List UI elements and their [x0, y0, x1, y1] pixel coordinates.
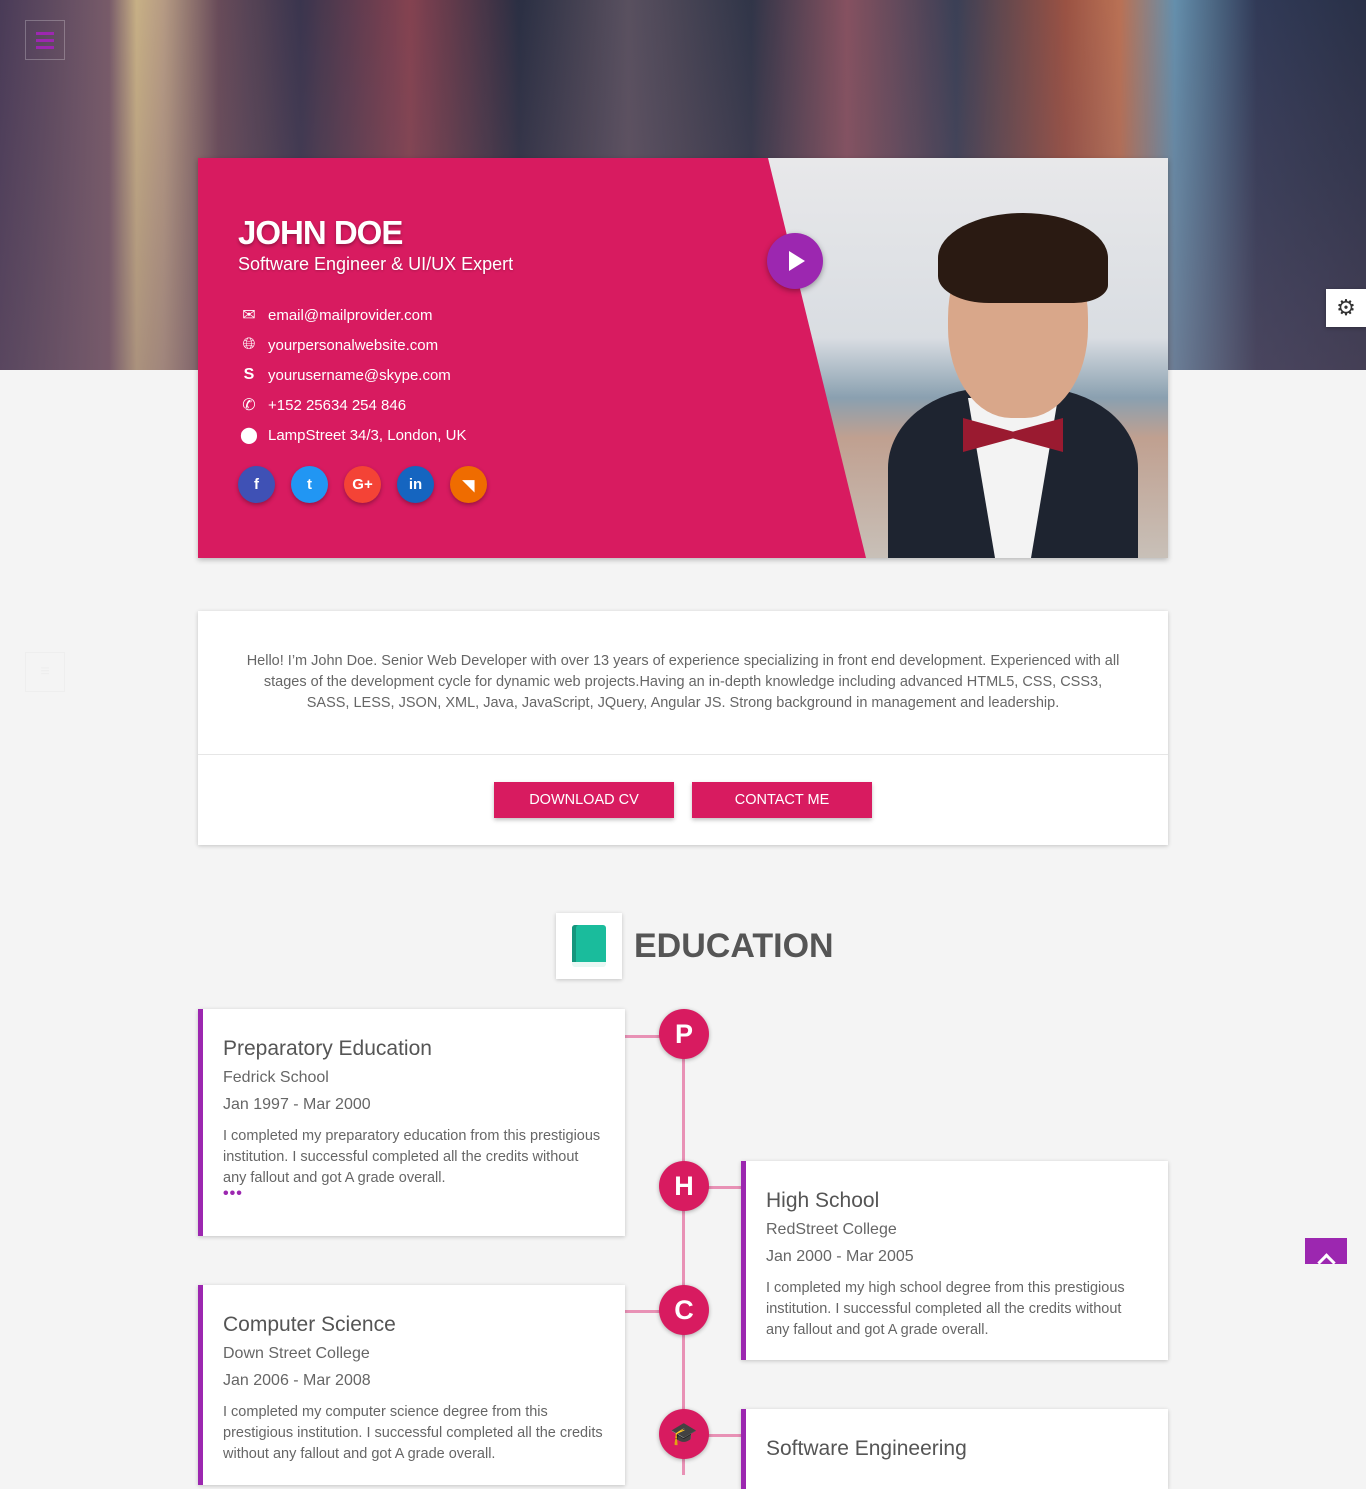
education-heading: EDUCATION	[556, 913, 834, 979]
phone-icon: ✆	[242, 397, 256, 414]
item-institution: Fedrick School	[223, 1069, 329, 1086]
linkedin-icon[interactable]: in	[397, 466, 434, 503]
profile-role: Software Engineer & UI/UX Expert	[238, 254, 514, 274]
profile-card: JOHN DOE Software Engineer & UI/UX Exper…	[198, 158, 1168, 558]
section-title: EDUCATION	[634, 926, 834, 965]
hamburger-icon-bar	[36, 38, 54, 42]
hair	[938, 213, 1108, 303]
timeline-badge: H	[659, 1161, 709, 1211]
contact-text: LampStreet 34/3, London, UK	[268, 426, 467, 444]
item-dates: Jan 1997 - Mar 2000	[223, 1096, 371, 1113]
skype-icon: S	[243, 366, 255, 383]
rss-icon[interactable]: ◥	[450, 466, 487, 503]
timeline-item: Preparatory Education Fedrick School Jan…	[198, 1009, 625, 1236]
download-cv-button[interactable]: DOWNLOAD CV	[494, 782, 674, 818]
contact-email[interactable]: ✉ email@mailprovider.com	[238, 300, 466, 330]
more-dots-icon[interactable]: •••	[223, 1186, 605, 1202]
contact-text: yourpersonalwebsite.com	[268, 336, 439, 354]
timeline-item: Software Engineering	[741, 1409, 1168, 1489]
item-dates: Jan 2006 - Mar 2008	[223, 1372, 371, 1389]
item-institution: Down Street College	[223, 1345, 370, 1362]
location-icon: ⬤	[240, 427, 258, 444]
settings-gear-icon[interactable]: ⚙	[1326, 289, 1366, 327]
social-links: f t G+ in ◥	[238, 466, 487, 503]
profile-name: JOHN DOE	[238, 214, 403, 251]
item-title: High School	[766, 1189, 880, 1212]
about-card: Hello! I’m John Doe. Senior Web Develope…	[198, 611, 1168, 845]
person-illustration	[888, 213, 1138, 558]
contact-phone[interactable]: ✆ +152 25634 254 846	[238, 390, 466, 420]
play-video-button[interactable]	[767, 233, 823, 289]
item-text: I completed my high school degree from t…	[766, 1280, 1125, 1338]
contact-address: ⬤ LampStreet 34/3, London, UK	[238, 420, 466, 450]
item-institution: RedStreet College	[766, 1221, 897, 1238]
contact-text: email@mailprovider.com	[268, 306, 433, 324]
item-text: I completed my computer science degree f…	[223, 1404, 603, 1462]
contact-list: ✉ email@mailprovider.com 🌐︎ yourpersonalwe…	[238, 300, 466, 450]
google-plus-icon[interactable]: G+	[344, 466, 381, 503]
timeline-badge: P	[659, 1009, 709, 1059]
timeline-item: Computer Science Down Street College Jan…	[198, 1285, 625, 1485]
facebook-icon[interactable]: f	[238, 466, 275, 503]
profile-photo	[768, 158, 1168, 558]
item-title: Software Engineering	[766, 1437, 967, 1460]
globe-icon: 🌐︎	[242, 336, 256, 353]
item-title: Computer Science	[223, 1313, 396, 1336]
timeline-item: High School RedStreet College Jan 2000 -…	[741, 1161, 1168, 1360]
item-dates: Jan 2000 - Mar 2005	[766, 1248, 914, 1265]
timeline-badge: C	[659, 1285, 709, 1335]
contact-skype[interactable]: Syourusername@skype.com	[238, 360, 466, 390]
contact-me-button[interactable]: CONTACT ME	[692, 782, 872, 818]
contact-text: yourusername@skype.com	[268, 366, 451, 384]
item-text: I completed my preparatory education fro…	[223, 1128, 601, 1186]
graduation-cap-icon: 🎓	[659, 1409, 709, 1459]
menu-button[interactable]	[25, 20, 65, 60]
hamburger-icon	[36, 31, 54, 35]
hamburger-icon-bar	[36, 45, 54, 49]
about-text: Hello! I’m John Doe. Senior Web Develope…	[246, 653, 1120, 711]
item-title: Preparatory Education	[223, 1037, 432, 1060]
contact-text: +152 25634 254 846	[268, 396, 407, 414]
side-menu-icon[interactable]: ≡	[25, 652, 65, 692]
twitter-icon[interactable]: t	[291, 466, 328, 503]
contact-website[interactable]: 🌐︎ yourpersonalwebsite.com	[238, 330, 466, 360]
email-icon: ✉	[242, 307, 256, 324]
book-icon	[556, 913, 622, 979]
book-shape	[572, 925, 606, 967]
scroll-to-top-button[interactable]	[1305, 1238, 1347, 1264]
